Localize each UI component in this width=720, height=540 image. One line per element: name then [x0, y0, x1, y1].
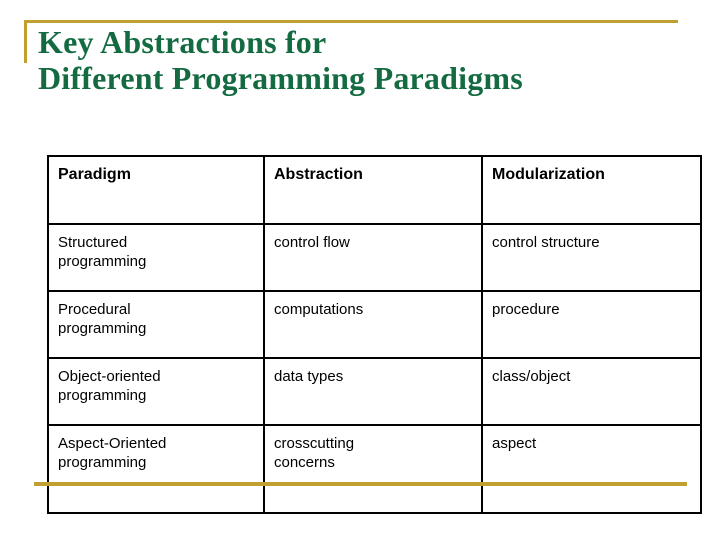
- table-header-modularization: Modularization: [481, 155, 702, 225]
- table-row: Object-oriented programming data types c…: [47, 357, 702, 426]
- cell-abstraction: crosscutting concerns: [263, 424, 483, 514]
- cell-text-line: Object-oriented: [58, 368, 161, 385]
- cell-abstraction: control flow: [263, 223, 483, 292]
- cell-text-line: control flow: [274, 234, 350, 251]
- table-header-abstraction: Abstraction: [263, 155, 483, 225]
- cell-paradigm: Aspect-Oriented programming: [47, 424, 265, 514]
- cell-text-line: Aspect-Oriented: [58, 435, 167, 452]
- title-accent-rule-horizontal: [24, 20, 678, 23]
- cell-text-line: class/object: [492, 368, 571, 385]
- cell-text-line: concerns: [274, 454, 335, 471]
- cell-text-line: computations: [274, 301, 364, 318]
- table-row: Procedural programming computations proc…: [47, 290, 702, 359]
- cell-modularization: class/object: [481, 357, 702, 426]
- slide-canvas: Key Abstractions for Different Programmi…: [0, 0, 720, 540]
- cell-abstraction: data types: [263, 357, 483, 426]
- paradigm-abstraction-table: Paradigm Abstraction Modularization Stru…: [47, 155, 702, 514]
- table-header-paradigm: Paradigm: [47, 155, 265, 225]
- cell-text-line: data types: [274, 368, 344, 385]
- cell-text-line: crosscutting: [274, 435, 355, 452]
- cell-modularization: procedure: [481, 290, 702, 359]
- cell-text-line: programming: [58, 454, 147, 471]
- cell-text-line: procedure: [492, 301, 560, 318]
- title-accent-rule-vertical: [24, 20, 27, 63]
- cell-paradigm: Procedural programming: [47, 290, 265, 359]
- cell-text-line: Structured: [58, 234, 128, 251]
- cell-text-line: programming: [58, 320, 147, 337]
- table-row: Structured programming control flow cont…: [47, 223, 702, 292]
- cell-paradigm: Object-oriented programming: [47, 357, 265, 426]
- cell-paradigm: Structured programming: [47, 223, 265, 292]
- cell-text-line: programming: [58, 253, 147, 270]
- page-title: Key Abstractions for Different Programmi…: [38, 24, 523, 96]
- cell-text-line: aspect: [492, 435, 537, 452]
- cell-text-line: control structure: [492, 234, 600, 251]
- table-row: Aspect-Oriented programming crosscutting…: [47, 424, 702, 514]
- cell-modularization: control structure: [481, 223, 702, 292]
- footer-accent-rule: [34, 482, 687, 486]
- cell-text-line: Procedural: [58, 301, 131, 318]
- cell-text-line: programming: [58, 387, 147, 404]
- table-header-row: Paradigm Abstraction Modularization: [47, 155, 702, 225]
- cell-abstraction: computations: [263, 290, 483, 359]
- cell-modularization: aspect: [481, 424, 702, 514]
